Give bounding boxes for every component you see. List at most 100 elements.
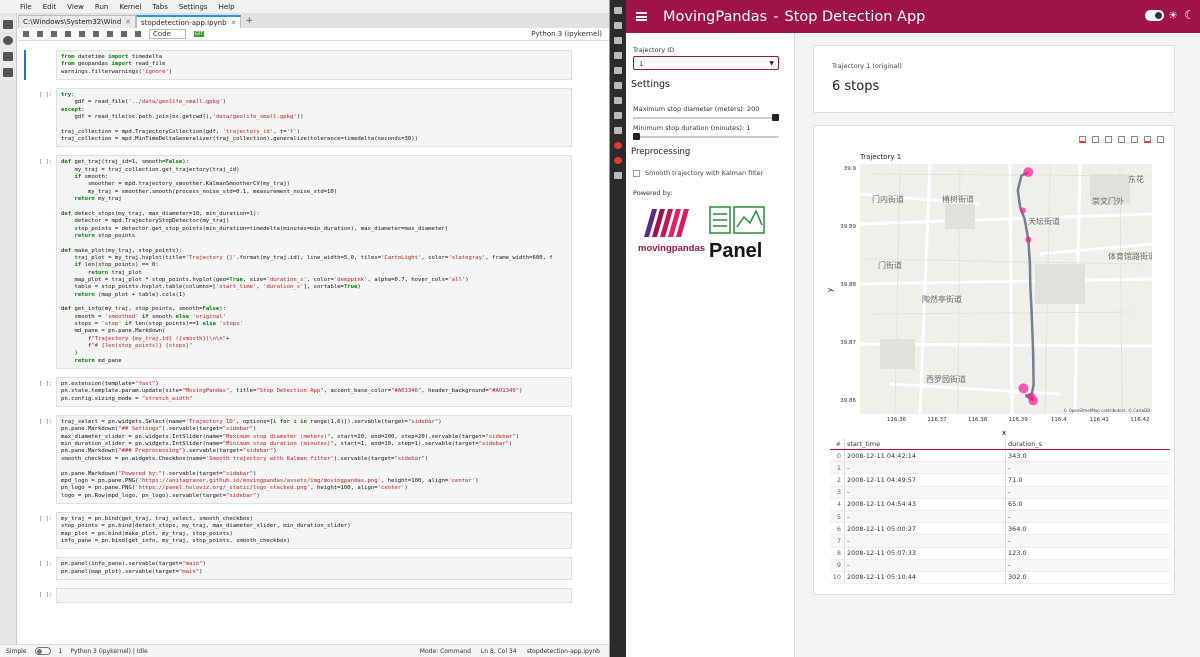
add-cell-icon[interactable] [37, 31, 43, 37]
pocket-icon[interactable] [614, 157, 622, 164]
pan-icon[interactable] [1079, 136, 1086, 143]
code-cell[interactable]: [ ]: traj_select = pn.widgets.Select(name… [24, 415, 609, 504]
code-cell[interactable]: [ ]: try: gdf = read_file('../data/geolif… [24, 88, 609, 148]
code-editor[interactable] [56, 587, 572, 604]
table-row[interactable]: 5-- [830, 510, 1170, 524]
code-cell[interactable]: [ ]: [24, 587, 609, 604]
column-header-start-time[interactable]: start_time [844, 438, 1005, 449]
restart-icon[interactable] [121, 31, 127, 37]
sidebar-icon[interactable] [614, 7, 622, 14]
record-icon[interactable] [614, 142, 622, 149]
map-svg: 东花门内街道 椿树街道 崇文门外天坛街道体育馆路街道门街道陶然亭街道西罗园街道 [860, 164, 1152, 414]
code-editor[interactable]: try: gdf = read_file('../data/geolife_sm… [56, 88, 572, 148]
kernel-status[interactable]: Python 3 (ipykernel) | Idle [70, 648, 147, 655]
checkbox-box[interactable] [633, 169, 640, 177]
trajectory-select[interactable]: 1 ▼ [633, 56, 779, 70]
max-diameter-slider[interactable] [633, 114, 779, 121]
code-editor[interactable]: pn.panel(info_pane).servable(target="mai… [56, 557, 572, 580]
save-icon[interactable] [1118, 136, 1125, 143]
fast-forward-icon[interactable] [135, 31, 141, 37]
map-plot[interactable]: 东花 门内街道 椿树街道 崇文门外 天坛街道 体育馆路街道 门街道 陶然亭街道 西罗园街道 © … [860, 164, 1152, 414]
menu-item[interactable]: Run [95, 3, 108, 11]
code-editor[interactable]: traj_select = pn.widgets.Select(name='Tr… [56, 415, 572, 504]
min-duration-slider[interactable] [633, 133, 779, 140]
code-cell[interactable]: [ ]: my_traj = pn.bind(get_traj, traj_sel… [24, 511, 609, 550]
menu-item[interactable]: Settings [179, 3, 208, 11]
copy-icon[interactable] [65, 31, 71, 37]
stop-point[interactable] [1028, 395, 1038, 406]
table-row[interactable]: 0 2008-12-11 04:42:14 343.0 [830, 450, 1170, 463]
code-editor[interactable]: from datetime import timedelta from geopa… [56, 50, 572, 81]
new-tab-icon[interactable]: + [245, 16, 253, 26]
folder-icon[interactable] [3, 20, 13, 29]
hover-icon[interactable] [1144, 136, 1151, 143]
menu-item[interactable]: Kernel [119, 3, 141, 11]
table-row[interactable]: 10 2008-12-11 05:10:44 302.0 [830, 571, 1170, 585]
paste-icon[interactable] [79, 31, 85, 37]
table-row[interactable]: 3-- [830, 486, 1170, 499]
menu-item[interactable]: Help [219, 3, 235, 11]
run-icon[interactable] [93, 31, 99, 37]
copy-icon[interactable] [614, 37, 622, 44]
table-row[interactable]: 1-- [830, 462, 1170, 475]
stop-icon[interactable] [107, 31, 113, 37]
trajectory-line[interactable] [1016, 171, 1035, 402]
code-editor[interactable]: my_traj = pn.bind(get_traj, traj_select,… [56, 511, 572, 550]
close-icon[interactable]: ✕ [125, 18, 131, 26]
code-line: except: [61, 106, 85, 113]
theme-toggle[interactable] [1145, 10, 1164, 21]
smooth-checkbox[interactable]: Smooth trajectory with Kalman filter [633, 169, 763, 177]
stop-point[interactable] [1018, 383, 1029, 394]
extension-icon[interactable] [3, 68, 13, 77]
bookmark-icon[interactable] [614, 82, 622, 89]
table-row[interactable]: 7-- [830, 535, 1170, 548]
git-icon[interactable]: GIT [193, 31, 205, 37]
table-row[interactable]: 4 2008-12-11 04:54:43 65.0 [830, 498, 1170, 511]
history-icon[interactable] [614, 67, 622, 74]
code-cell[interactable]: [ ]: def get_traj(traj_id=1, smooth=False… [24, 155, 609, 370]
stop-point[interactable] [1023, 167, 1034, 178]
cut-icon[interactable] [51, 31, 57, 37]
reader-icon[interactable] [614, 112, 622, 119]
code-cell[interactable]: from datetime import timedelta from geopa… [24, 50, 609, 81]
cursor-position[interactable]: Ln 8, Col 34 [481, 648, 517, 655]
slider-handle[interactable] [633, 133, 640, 140]
code-cell[interactable]: [ ]: pn.panel(info_pane).servable(target=… [24, 557, 609, 580]
menu-item[interactable]: Tabs [152, 3, 168, 11]
code-cell[interactable]: [ ]: pn.extension(template="fast") pn.stat… [24, 377, 609, 408]
tab-terminal[interactable]: C:\Windows\System32\Wind ✕ [18, 15, 137, 28]
stop-point[interactable] [1020, 207, 1027, 214]
hamburger-icon[interactable] [636, 12, 647, 21]
code-editor[interactable]: pn.extension(template="fast") pn.state.te… [56, 377, 572, 408]
toc-icon[interactable] [3, 52, 13, 61]
new-panel-icon[interactable] [614, 172, 622, 179]
column-header-duration[interactable]: duration_s [1005, 438, 1170, 449]
kernel-name[interactable]: Python 3 (ipykernel) [531, 30, 602, 38]
extension-icon[interactable] [614, 127, 622, 134]
table-row[interactable]: 2 2008-12-11 04:49:57 71.0 [830, 474, 1170, 487]
slider-handle[interactable] [772, 114, 779, 121]
wheel-zoom-icon[interactable] [1105, 136, 1112, 143]
table-row[interactable]: 9-- [830, 559, 1170, 572]
table-row[interactable]: 8 2008-12-11 05:07:33 123.0 [830, 547, 1170, 560]
tab-notebook[interactable]: stopdetection-app.ipynb ✕ [136, 15, 242, 28]
stop-point[interactable] [1025, 236, 1032, 243]
running-icon[interactable] [3, 36, 13, 45]
reset-icon[interactable] [1131, 136, 1138, 143]
note-icon[interactable] [614, 97, 622, 104]
menu-item[interactable]: File [20, 3, 32, 11]
cell-type-select[interactable]: Code [149, 29, 186, 39]
menu-item[interactable]: View [67, 3, 84, 11]
save-icon[interactable] [23, 31, 29, 37]
download-icon[interactable] [614, 52, 622, 59]
column-header-index[interactable]: # [830, 440, 844, 448]
menu-item[interactable]: Edit [43, 3, 57, 11]
code-editor[interactable]: def get_traj(traj_id=1, smooth=False): m… [56, 155, 572, 370]
table-row[interactable]: 6 2008-12-11 05:00:27 364.0 [830, 523, 1170, 536]
simple-mode-toggle[interactable] [34, 647, 51, 655]
code-line: from geopandas import read_file [61, 61, 166, 68]
close-icon[interactable]: ✕ [231, 19, 237, 27]
tab-icon[interactable] [614, 22, 622, 29]
zoom-icon[interactable] [1092, 136, 1099, 143]
bokeh-logo-icon[interactable] [1157, 136, 1164, 143]
